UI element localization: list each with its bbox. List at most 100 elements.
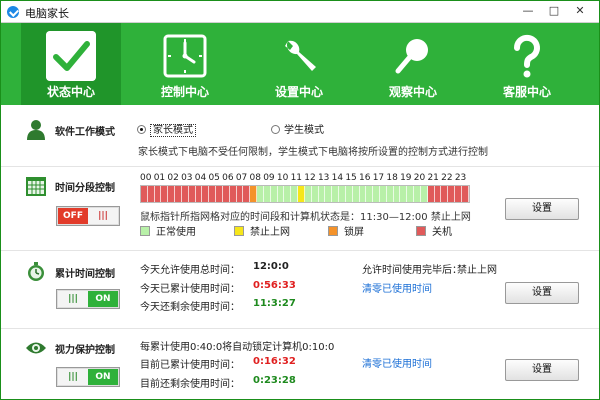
cumulative-toggle[interactable]: ||| ON [56, 289, 120, 309]
time-slot[interactable] [414, 186, 421, 202]
time-slot[interactable] [441, 186, 449, 202]
time-slot[interactable] [270, 186, 278, 202]
radio-student-mode[interactable]: 学生模式 [271, 121, 324, 136]
legend-shutdown: 关机 [416, 223, 452, 238]
time-slot[interactable] [175, 186, 182, 202]
time-slot[interactable] [379, 186, 387, 202]
hour-label: 21 [427, 173, 439, 183]
radio-parent-mode[interactable]: 家长模式 [137, 121, 196, 137]
cumulative-clear-link[interactable]: 清零已使用时间 [362, 280, 432, 295]
hour-label: 19 [400, 173, 412, 183]
time-slot[interactable] [345, 186, 353, 202]
calendar-icon [26, 177, 46, 196]
hour-label: 05 [208, 173, 220, 183]
time-slot[interactable] [393, 186, 401, 202]
check-icon [46, 31, 96, 81]
nav-label: 状态中心 [46, 85, 95, 99]
time-slot[interactable] [257, 186, 264, 202]
time-slot[interactable] [243, 186, 251, 202]
time-slot[interactable] [373, 186, 380, 202]
time-slot[interactable] [202, 186, 210, 202]
time-slot[interactable] [161, 186, 169, 202]
time-slot[interactable] [250, 186, 258, 202]
time-slot[interactable] [352, 186, 360, 202]
time-slot[interactable] [448, 186, 456, 202]
time-slot[interactable] [209, 186, 217, 202]
vision-clear-link[interactable]: 清零已使用时间 [362, 355, 432, 370]
time-slot[interactable] [222, 186, 230, 202]
time-slot[interactable] [420, 186, 428, 202]
nav-observe-center[interactable]: 观察中心 [363, 23, 463, 105]
time-slot[interactable] [461, 186, 469, 202]
nav-settings-center[interactable]: 设置中心 [249, 23, 349, 105]
legend-lock: 锁屏 [328, 223, 364, 238]
vision-toggle[interactable]: ||| ON [56, 367, 120, 387]
time-slot[interactable] [277, 186, 285, 202]
time-slot[interactable] [236, 186, 244, 202]
schedule-settings-button[interactable]: 设置 [505, 198, 579, 220]
legend-swatch [234, 226, 244, 236]
hour-label: 14 [331, 173, 344, 183]
time-slot[interactable] [434, 186, 442, 202]
radio-label: 学生模式 [284, 125, 324, 136]
minimize-button[interactable]: — [515, 3, 541, 20]
time-slot[interactable] [407, 186, 415, 202]
nav-service-center[interactable]: 客服中心 [477, 23, 577, 105]
time-slot[interactable] [311, 186, 319, 202]
time-slot-grid[interactable] [140, 185, 470, 203]
time-slot[interactable] [284, 186, 292, 202]
schedule-toggle[interactable]: OFF ||| [56, 206, 120, 226]
title-bar: 电脑家长 — □ ✕ [1, 1, 599, 23]
nav-control-center[interactable]: 控制中心 [135, 23, 235, 105]
time-slot[interactable] [318, 186, 326, 202]
time-slot[interactable] [216, 186, 223, 202]
time-slot[interactable] [154, 186, 162, 202]
vision-rule-text: 每累计使用0:40:0将自动锁定计算机0:10:0 [140, 342, 335, 353]
cumulative-settings-button[interactable]: 设置 [505, 282, 579, 304]
legend-label: 正常使用 [156, 227, 196, 238]
time-slot[interactable] [359, 186, 367, 202]
remaining-time-value: 11:3:27 [253, 298, 296, 309]
time-slot[interactable] [229, 186, 237, 202]
hour-label: 09 [263, 173, 275, 183]
time-slot[interactable] [291, 186, 299, 202]
time-slot[interactable] [332, 186, 340, 202]
time-slot[interactable] [141, 186, 148, 202]
hour-label: 07 [235, 173, 248, 183]
hour-label: 16 [359, 173, 371, 183]
hour-label: 15 [345, 173, 357, 183]
wrench-icon [285, 40, 316, 71]
time-slot[interactable] [386, 186, 394, 202]
time-slot[interactable] [325, 186, 333, 202]
time-slot[interactable] [195, 186, 203, 202]
used-time-label: 今天已累计使用时间： [140, 284, 240, 295]
hour-label: 08 [249, 173, 261, 183]
time-slot[interactable] [298, 186, 305, 202]
time-slot[interactable] [400, 186, 408, 202]
legend-swatch [140, 226, 150, 236]
time-slot[interactable] [147, 186, 155, 202]
time-slot[interactable] [455, 186, 462, 202]
maximize-button[interactable]: □ [541, 3, 567, 20]
time-slot[interactable] [181, 186, 189, 202]
time-slot[interactable] [339, 186, 346, 202]
vision-remaining-value: 0:23:28 [253, 375, 296, 386]
time-slot[interactable] [168, 186, 176, 202]
nav-status-center[interactable]: 状态中心 [21, 23, 121, 105]
vision-settings-button[interactable]: 设置 [505, 359, 579, 381]
legend-noweb: 禁止上网 [234, 223, 290, 238]
time-slot[interactable] [427, 186, 435, 202]
time-slot[interactable] [304, 186, 312, 202]
time-slot[interactable] [366, 186, 374, 202]
window-title: 电脑家长 [25, 7, 69, 20]
toggle-on-label: ON [88, 291, 118, 307]
hour-label: 12 [304, 173, 316, 183]
hour-label: 06 [222, 173, 234, 183]
toggle-handle: ||| [58, 369, 88, 385]
close-button[interactable]: ✕ [567, 3, 593, 20]
nav-bar: 状态中心 控制中心 设置中心 观察中心 客服中心 [1, 23, 599, 105]
time-slot[interactable] [263, 186, 271, 202]
eye-icon [26, 342, 46, 354]
hour-label: 18 [386, 173, 398, 183]
time-slot[interactable] [188, 186, 196, 202]
